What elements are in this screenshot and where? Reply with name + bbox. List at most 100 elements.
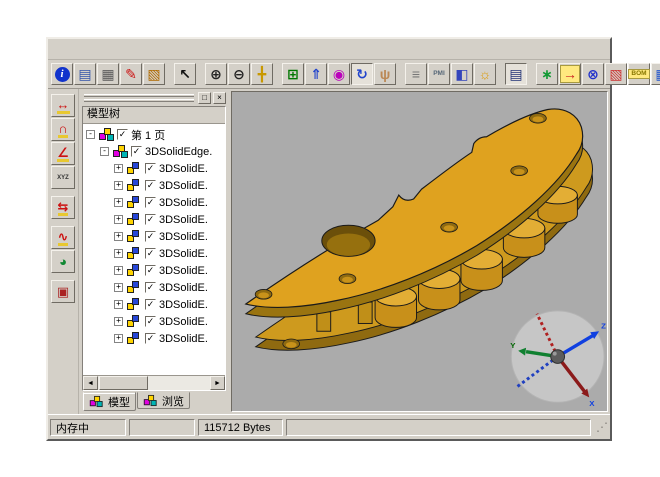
menu-page[interactable]	[81, 48, 89, 50]
expander-toggle[interactable]: +	[114, 300, 123, 309]
scroll-left-arrow[interactable]: ◄	[83, 376, 98, 390]
visibility-checkbox[interactable]: ✓	[145, 282, 156, 293]
visibility-checkbox[interactable]: ✓	[145, 214, 156, 225]
tree-row-part[interactable]: + ✓ 3DSolidE.	[83, 330, 225, 347]
hand-pan-button[interactable]: ψ	[374, 63, 396, 85]
expander-toggle[interactable]: +	[114, 232, 123, 241]
explode-button[interactable]: ∗	[536, 63, 558, 85]
expander-toggle[interactable]: +	[114, 198, 123, 207]
visibility-checkbox[interactable]: ✓	[145, 265, 156, 276]
viewport-canvas[interactable]: Z X Y	[232, 92, 607, 411]
tree-horizontal-scrollbar[interactable]: ◄ ►	[83, 375, 225, 390]
tree-row-part[interactable]: + ✓ 3DSolidE.	[83, 313, 225, 330]
visibility-checkbox[interactable]: ✓	[145, 333, 156, 344]
visibility-checkbox[interactable]: ✓	[145, 180, 156, 191]
expander-toggle[interactable]: +	[114, 266, 123, 275]
visibility-checkbox[interactable]: ✓	[145, 231, 156, 242]
find-table-button[interactable]: ▦	[651, 63, 660, 85]
pan-button[interactable]: ╋	[251, 63, 273, 85]
print-preview-button[interactable]: ▤	[74, 63, 96, 85]
views-button[interactable]: ◧	[451, 63, 473, 85]
status-panel-2	[129, 419, 195, 436]
orbit-button[interactable]: ◉	[328, 63, 350, 85]
tree-row-part[interactable]: + ✓ 3DSolidE.	[83, 262, 225, 279]
zoom-dynamic-button[interactable]: ⇑	[305, 63, 327, 85]
document-export-icon: ▧	[147, 67, 160, 81]
measure-curve-button[interactable]: ∿	[51, 226, 75, 249]
expander-toggle[interactable]: +	[114, 317, 123, 326]
measure-distance-button[interactable]: ↔	[51, 94, 75, 117]
panel-close-button[interactable]: ×	[213, 92, 226, 104]
measure-angle-button[interactable]: ∠	[51, 142, 75, 165]
expander-toggle[interactable]: +	[114, 334, 123, 343]
expander-toggle[interactable]: +	[114, 249, 123, 258]
visibility-checkbox[interactable]: ✓	[145, 163, 156, 174]
scrollbar-thumb[interactable]	[99, 376, 148, 390]
markup-button[interactable]: ✎	[120, 63, 142, 85]
scroll-right-arrow[interactable]: ►	[210, 376, 225, 390]
measure-radius-button[interactable]: ∩	[51, 118, 75, 141]
part-node-icon	[126, 213, 142, 226]
visibility-checkbox[interactable]: ✓	[145, 197, 156, 208]
print-button[interactable]: ▦	[97, 63, 119, 85]
tab-model[interactable]: 模型	[83, 392, 136, 411]
orientation-triad[interactable]: Z X Y	[510, 311, 606, 408]
visibility-checkbox[interactable]: ✓	[117, 129, 128, 140]
expander-toggle[interactable]: +	[114, 215, 123, 224]
panel-float-button[interactable]: □	[198, 92, 211, 104]
zoom-dynamic-icon: ⇑	[310, 67, 322, 81]
volume-blocks-button[interactable]: ▧	[605, 63, 627, 85]
zoom-window-button[interactable]: ⊞	[282, 63, 304, 85]
rotate-part-button[interactable]: ⊗	[582, 63, 604, 85]
visibility-checkbox[interactable]: ✓	[145, 316, 156, 327]
layers-button[interactable]: ≡	[405, 63, 427, 85]
tree-row-part[interactable]: + ✓ 3DSolidE.	[83, 296, 225, 313]
visibility-checkbox[interactable]: ✓	[145, 299, 156, 310]
point-coordinate-button[interactable]: XYZ	[51, 166, 75, 189]
pages-book-button[interactable]: ▤	[505, 63, 527, 85]
tab-browse[interactable]: 浏览	[137, 392, 190, 409]
pmi-button[interactable]: PMI	[428, 63, 450, 85]
select-button[interactable]: ↖	[174, 63, 196, 85]
expander-toggle[interactable]: +	[114, 181, 123, 190]
info-button[interactable]: i	[51, 63, 73, 85]
tree-row-part[interactable]: + ✓ 3DSolidE.	[83, 177, 225, 194]
zoom-out-button[interactable]: ⊖	[228, 63, 250, 85]
tree-item-label: 3DSolidE.	[159, 197, 208, 209]
tree-row-part[interactable]: + ✓ 3DSolidE.	[83, 228, 225, 245]
visibility-checkbox[interactable]: ✓	[145, 248, 156, 259]
large-hole	[322, 225, 375, 256]
cursor-arrow-icon: ↖	[179, 67, 191, 81]
scrollbar-track[interactable]	[98, 376, 210, 390]
bom-button[interactable]: BOM	[628, 63, 650, 85]
resize-grip[interactable]: ⋰	[594, 419, 608, 436]
viewport-3d[interactable]: Z X Y	[231, 91, 608, 412]
tab-label: 模型	[108, 394, 130, 410]
visibility-checkbox[interactable]: ✓	[131, 146, 142, 157]
measure-volume-button[interactable]: ▣	[51, 280, 75, 303]
expander-toggle[interactable]: -	[86, 130, 95, 139]
tab-label: 浏览	[162, 393, 184, 409]
move-part-button[interactable]: →	[559, 63, 581, 85]
menu-file[interactable]	[57, 48, 65, 50]
expander-toggle[interactable]: -	[100, 147, 109, 156]
tree-row-part[interactable]: + ✓ 3DSolidE.	[83, 211, 225, 228]
part-node-icon	[126, 162, 142, 175]
expander-toggle[interactable]: +	[114, 164, 123, 173]
measure-between-button[interactable]: ⇆	[51, 196, 75, 219]
zoom-in-button[interactable]: ⊕	[205, 63, 227, 85]
markup-save-button[interactable]: ▧	[143, 63, 165, 85]
tree-row-part[interactable]: + ✓ 3DSolidE.	[83, 245, 225, 262]
tree-row-part[interactable]: + ✓ 3DSolidE.	[83, 160, 225, 177]
main-toolbar: i ▤ ▦ ✎ ▧ ↖ ⊕ ⊖ ╋ ⊞ ⇑ ◉	[48, 60, 610, 89]
panel-gripper[interactable]	[82, 94, 196, 102]
orbit-icon: ◉	[333, 67, 345, 81]
tree-row-page[interactable]: - ✓ 第 1 页	[83, 126, 225, 143]
tree-row-part[interactable]: + ✓ 3DSolidE.	[83, 194, 225, 211]
tree-row-part[interactable]: + ✓ 3DSolidE.	[83, 279, 225, 296]
spin-button[interactable]: ↻	[351, 63, 373, 85]
measure-area-button[interactable]: ◕	[51, 250, 75, 273]
expander-toggle[interactable]: +	[114, 283, 123, 292]
tree-row-assembly[interactable]: - ✓ 3DSolidEdge.	[83, 143, 225, 160]
light-button[interactable]: ☼	[474, 63, 496, 85]
